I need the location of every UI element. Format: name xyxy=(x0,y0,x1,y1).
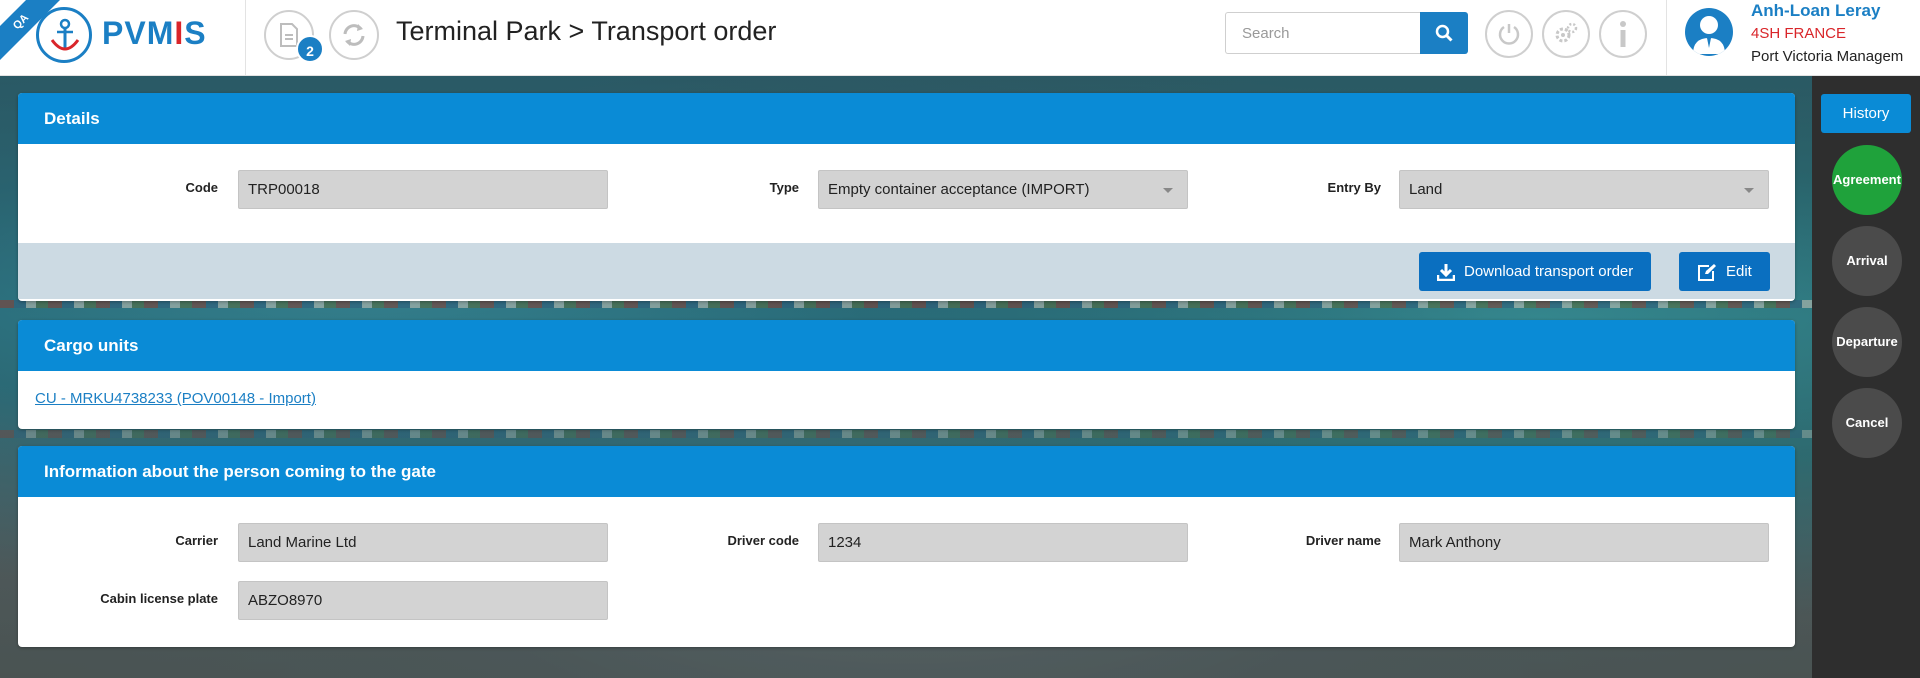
step-cancel-button[interactable]: Cancel xyxy=(1832,388,1902,458)
refresh-icon xyxy=(343,24,365,46)
edit-button[interactable]: Edit xyxy=(1679,252,1770,291)
info-icon xyxy=(1620,21,1626,47)
anchor-logo-icon xyxy=(36,7,92,63)
gate-person-panel-title: Information about the person coming to t… xyxy=(18,446,1795,497)
download-transport-order-label: Download transport order xyxy=(1464,263,1634,280)
user-profile[interactable]: Anh-Loan Leray 4SH FRANCE Port Victoria … xyxy=(1666,0,1920,76)
details-actions-bar: Download transport order Edit xyxy=(18,243,1795,299)
power-icon xyxy=(1498,24,1520,45)
code-field[interactable]: TRP00018 xyxy=(238,170,608,209)
entry-by-label: Entry By xyxy=(1327,180,1381,195)
carrier-field[interactable]: Land Marine Ltd xyxy=(238,523,608,562)
edit-label: Edit xyxy=(1726,263,1752,280)
search-input[interactable] xyxy=(1225,12,1421,54)
cargo-units-panel-title: Cargo units xyxy=(18,320,1795,371)
user-name: Anh-Loan Leray xyxy=(1751,1,1881,20)
cabin-license-plate-label: Cabin license plate xyxy=(100,591,218,606)
cargo-unit-link[interactable]: CU - MRKU4738233 (POV00148 - Import) xyxy=(35,390,316,407)
download-icon xyxy=(1437,263,1455,281)
user-avatar-icon xyxy=(1693,16,1725,54)
logout-button[interactable] xyxy=(1485,10,1533,58)
entry-by-select[interactable]: Land xyxy=(1399,170,1769,209)
caret-down-icon xyxy=(1163,188,1173,193)
container-yard-strip xyxy=(0,300,1812,308)
details-panel-title: Details xyxy=(18,93,1795,144)
container-yard-strip xyxy=(0,430,1812,438)
cargo-units-panel: Cargo units CU - MRKU4738233 (POV00148 -… xyxy=(18,320,1795,429)
gate-person-panel: Information about the person coming to t… xyxy=(18,446,1795,647)
driver-code-label: Driver code xyxy=(727,533,799,548)
notification-count-badge: 2 xyxy=(296,35,324,63)
gears-icon xyxy=(1555,22,1578,43)
info-button[interactable] xyxy=(1599,10,1647,58)
type-select-value: Empty container acceptance (IMPORT) xyxy=(828,181,1090,198)
app-logo-text: PVMIS xyxy=(102,15,207,52)
history-button[interactable]: History xyxy=(1821,94,1911,133)
logo-text-part: S xyxy=(184,15,207,51)
type-label: Type xyxy=(769,180,799,195)
carrier-label: Carrier xyxy=(175,533,218,548)
type-select[interactable]: Empty container acceptance (IMPORT) xyxy=(818,170,1188,209)
user-organization: Port Victoria Managem xyxy=(1751,48,1904,65)
step-arrival-button[interactable]: Arrival xyxy=(1832,226,1902,296)
logo-text-part: PVM xyxy=(102,15,175,51)
code-label: Code xyxy=(185,180,219,195)
caret-down-icon xyxy=(1744,188,1754,193)
page-title: Terminal Park > Transport order xyxy=(396,16,777,46)
cabin-license-plate-field[interactable]: ABZO8970 xyxy=(238,581,608,620)
driver-code-field[interactable]: 1234 xyxy=(818,523,1188,562)
logo-area[interactable]: QA PVMIS xyxy=(0,0,246,76)
step-agreement-button[interactable]: Agreement xyxy=(1832,145,1902,215)
refresh-button[interactable] xyxy=(329,10,379,60)
top-header: QA PVMIS 2 Terminal Park > Transport ord… xyxy=(0,0,1920,76)
user-company: 4SH FRANCE xyxy=(1751,25,1847,42)
settings-button[interactable] xyxy=(1542,10,1590,58)
driver-name-field[interactable]: Mark Anthony xyxy=(1399,523,1769,562)
download-transport-order-button[interactable]: Download transport order xyxy=(1419,252,1652,291)
logo-text-bar: I xyxy=(174,15,185,51)
search-button[interactable] xyxy=(1420,12,1468,54)
search-icon xyxy=(1435,24,1453,42)
details-panel: Details Code TRP00018 Type Empty contain… xyxy=(18,93,1795,301)
step-departure-button[interactable]: Departure xyxy=(1832,307,1902,377)
avatar xyxy=(1685,8,1733,56)
driver-name-label: Driver name xyxy=(1305,533,1381,548)
entry-by-select-value: Land xyxy=(1409,181,1443,198)
edit-icon xyxy=(1698,263,1716,281)
